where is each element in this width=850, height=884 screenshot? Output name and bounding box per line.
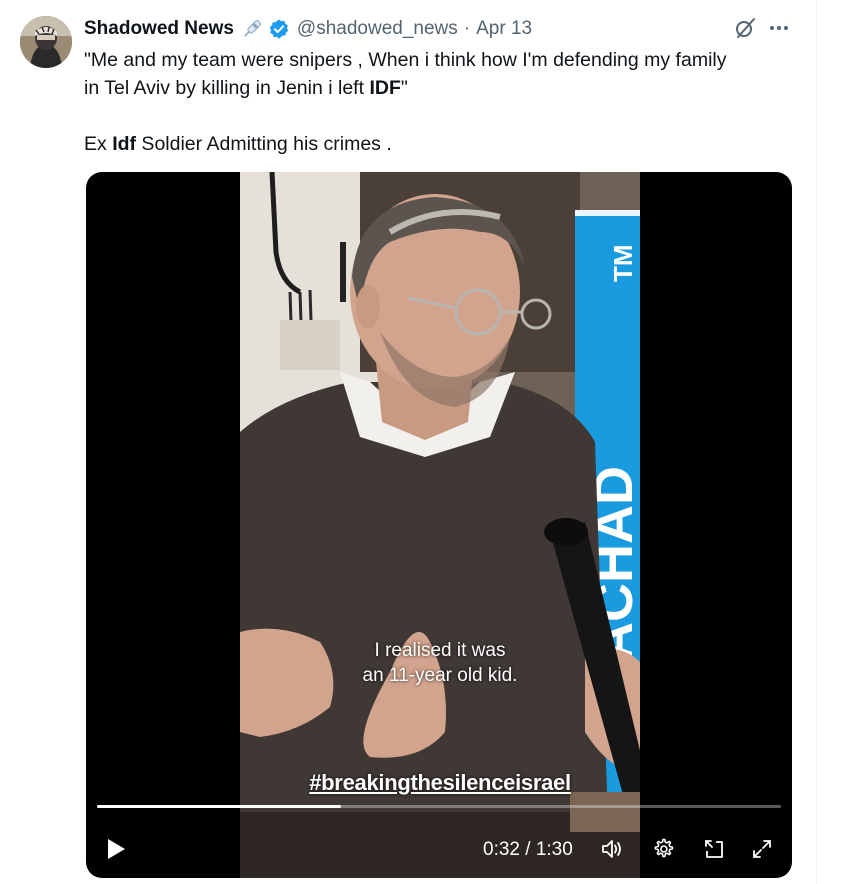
tweet-header: Shadowed News @shadowed_news · Apr 13 — [84, 16, 532, 42]
tweet-text: "Me and my team were snipers , When i th… — [84, 46, 804, 158]
video-subtitle: I realised it was an 11-year old kid. — [240, 638, 640, 688]
hashtag-idf: IDF — [369, 77, 401, 99]
subtitle-line-2: an 11-year old kid. — [362, 665, 518, 686]
banner-mark: TM — [608, 244, 638, 282]
column-divider — [816, 0, 817, 884]
tweet-text-line-2: in Tel Aviv by killing in Jenin i left I… — [84, 77, 408, 99]
author-name[interactable]: Shadowed News — [84, 18, 234, 40]
play-button[interactable] — [104, 837, 128, 861]
current-time: 0:32 — [483, 839, 520, 860]
duration: 1:30 — [535, 839, 573, 860]
grok-icon[interactable] — [733, 16, 757, 40]
time-display: 0:32 / 1:30 — [483, 839, 573, 860]
progress-bar[interactable] — [97, 805, 781, 808]
verified-badge-icon[interactable] — [268, 18, 290, 40]
video-controls: 0:32 / 1:30 — [86, 824, 792, 872]
author-handle[interactable]: @shadowed_news — [297, 18, 458, 40]
avatar[interactable] — [20, 16, 72, 68]
bold-idf: Idf — [112, 133, 137, 155]
fullscreen-button[interactable] — [750, 837, 774, 861]
play-icon — [108, 839, 125, 859]
fullscreen-icon — [753, 840, 771, 858]
gear-icon — [654, 838, 674, 858]
volume-button[interactable] — [600, 837, 624, 861]
volume-icon — [602, 840, 621, 858]
picture-in-picture-button[interactable] — [702, 837, 726, 861]
progress-fill — [97, 805, 341, 808]
video-player[interactable]: YACHAD TM I realised it was an 11-year o… — [86, 172, 792, 878]
subtitle-line-1: I realised it was — [374, 640, 506, 661]
picture-in-picture-icon — [705, 840, 723, 858]
pin-icon — [240, 17, 264, 41]
tweet: Shadowed News @shadowed_news · Apr 13 "M… — [0, 0, 816, 884]
settings-button[interactable] — [651, 837, 675, 861]
hashtag-overlay: #breakingthesilenceisrael — [309, 770, 571, 795]
more-icon[interactable] — [766, 15, 792, 41]
tweet-date[interactable]: Apr 13 — [476, 18, 532, 40]
separator-dot: · — [463, 18, 471, 39]
tweet-text-line-1: "Me and my team were snipers , When i th… — [84, 49, 727, 71]
tweet-text-line-3: Ex Idf Soldier Admitting his crimes . — [84, 133, 392, 155]
